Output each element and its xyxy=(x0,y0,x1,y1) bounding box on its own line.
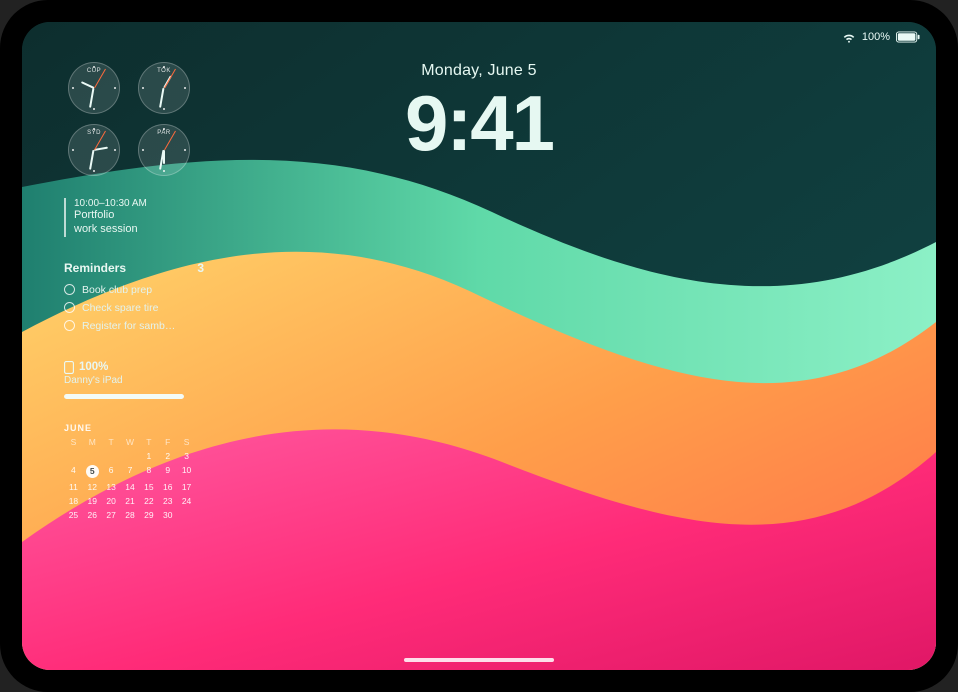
calendar-week-row: 11121314151617 xyxy=(64,481,196,493)
calendar-day xyxy=(102,450,121,462)
reminder-item[interactable]: Book club prep xyxy=(64,281,204,299)
world-clock-item: PAR xyxy=(134,124,194,180)
wifi-icon xyxy=(842,30,856,44)
calendar-day[interactable]: 12 xyxy=(83,481,102,493)
clock-face: PAR xyxy=(138,124,190,176)
calendar-day[interactable]: 10 xyxy=(177,464,196,479)
reminder-text: Check spare tire xyxy=(82,302,158,314)
reminders-widget[interactable]: Reminders 3 Book club prep Check spare ti… xyxy=(64,261,204,335)
calendar-week-row: 18192021222324 xyxy=(64,495,196,507)
calendar-month-label: JUNE xyxy=(64,423,196,433)
calendar-day[interactable]: 27 xyxy=(102,509,121,521)
calendar-day[interactable]: 4 xyxy=(64,464,83,479)
calendar-day[interactable]: 22 xyxy=(139,495,158,507)
calendar-day[interactable]: 7 xyxy=(121,464,140,479)
calendar-dow: F xyxy=(158,436,177,448)
calendar-event-widget[interactable]: 10:00–10:30 AM Portfolio work session xyxy=(64,198,204,237)
calendar-week-row: 45678910 xyxy=(64,464,196,479)
ipad-frame: 100% Monday, June 5 9:41 CUPTOKSYDPAR 10… xyxy=(0,0,958,692)
reminder-checkbox[interactable] xyxy=(64,320,75,331)
battery-widget-percent: 100% xyxy=(79,361,108,373)
calendar-day[interactable]: 9 xyxy=(158,464,177,479)
calendar-day[interactable]: 19 xyxy=(83,495,102,507)
calendar-day[interactable]: 1 xyxy=(139,450,158,462)
clock-face: CUP xyxy=(68,62,120,114)
calendar-dow: T xyxy=(102,436,121,448)
calendar-day xyxy=(64,450,83,462)
reminder-checkbox[interactable] xyxy=(64,284,75,295)
world-clock-item: CUP xyxy=(64,62,124,118)
calendar-dow: S xyxy=(177,436,196,448)
status-bar: 100% xyxy=(842,30,920,44)
reminder-checkbox[interactable] xyxy=(64,302,75,313)
calendar-dow: W xyxy=(121,436,140,448)
clock-city-label: SYD xyxy=(68,130,120,136)
calendar-day[interactable]: 5 xyxy=(83,464,102,479)
calendar-dow: T xyxy=(139,436,158,448)
status-battery-percent: 100% xyxy=(862,31,890,43)
calendar-day[interactable]: 2 xyxy=(158,450,177,462)
calendar-week-row: 252627282930 xyxy=(64,509,196,521)
calendar-day[interactable]: 6 xyxy=(102,464,121,479)
ipad-icon xyxy=(64,361,74,374)
reminder-item[interactable]: Register for samb… xyxy=(64,317,204,335)
clock-city-label: PAR xyxy=(138,130,190,136)
world-clock-item: TOK xyxy=(134,62,194,118)
reminder-item[interactable]: Check spare tire xyxy=(64,299,204,317)
event-time: 10:00–10:30 AM xyxy=(74,198,204,209)
calendar-day[interactable]: 23 xyxy=(158,495,177,507)
calendar-day[interactable]: 18 xyxy=(64,495,83,507)
battery-widget[interactable]: 100% Danny's iPad xyxy=(64,361,204,399)
reminder-text: Register for samb… xyxy=(82,320,175,332)
calendar-day xyxy=(83,450,102,462)
calendar-day[interactable]: 11 xyxy=(64,481,83,493)
calendar-day[interactable]: 20 xyxy=(102,495,121,507)
battery-fill xyxy=(64,394,184,399)
calendar-month-widget[interactable]: JUNE SMTWTFS 123456789101112131415161718… xyxy=(64,423,196,521)
event-title-line2: work session xyxy=(74,223,204,237)
calendar-day xyxy=(177,509,196,521)
calendar-day[interactable]: 30 xyxy=(158,509,177,521)
battery-icon xyxy=(896,31,920,43)
calendar-day[interactable]: 15 xyxy=(139,481,158,493)
home-indicator[interactable] xyxy=(404,658,554,662)
reminders-count: 3 xyxy=(197,261,204,275)
calendar-day[interactable]: 3 xyxy=(177,450,196,462)
calendar-day[interactable]: 16 xyxy=(158,481,177,493)
reminder-text: Book club prep xyxy=(82,284,152,296)
calendar-day[interactable]: 28 xyxy=(121,509,140,521)
event-title-line1: Portfolio xyxy=(74,209,204,223)
world-clock-widget[interactable]: CUP TOK SYD PAR xyxy=(64,62,194,180)
calendar-day xyxy=(121,450,140,462)
calendar-day[interactable]: 14 xyxy=(121,481,140,493)
clock-city-label: CUP xyxy=(68,68,120,74)
world-clock-item: SYD xyxy=(64,124,124,180)
calendar-day[interactable]: 17 xyxy=(177,481,196,493)
calendar-day[interactable]: 26 xyxy=(83,509,102,521)
calendar-day[interactable]: 29 xyxy=(139,509,158,521)
lock-screen[interactable]: 100% Monday, June 5 9:41 CUPTOKSYDPAR 10… xyxy=(22,22,936,670)
widgets-column: CUP TOK SYD PAR 10:00–10:30 AM Portfolio wo… xyxy=(64,62,204,521)
calendar-day[interactable]: 8 xyxy=(139,464,158,479)
calendar-day[interactable]: 25 xyxy=(64,509,83,521)
battery-widget-device: Danny's iPad xyxy=(64,375,204,386)
calendar-day[interactable]: 21 xyxy=(121,495,140,507)
calendar-dow: M xyxy=(83,436,102,448)
clock-face: TOK xyxy=(138,62,190,114)
calendar-dow: S xyxy=(64,436,83,448)
calendar-day[interactable]: 24 xyxy=(177,495,196,507)
clock-face: SYD xyxy=(68,124,120,176)
clock-city-label: TOK xyxy=(138,68,190,74)
battery-bar xyxy=(64,394,184,399)
calendar-week-row: 123 xyxy=(64,450,196,462)
reminders-title: Reminders xyxy=(64,261,126,275)
calendar-day[interactable]: 13 xyxy=(102,481,121,493)
